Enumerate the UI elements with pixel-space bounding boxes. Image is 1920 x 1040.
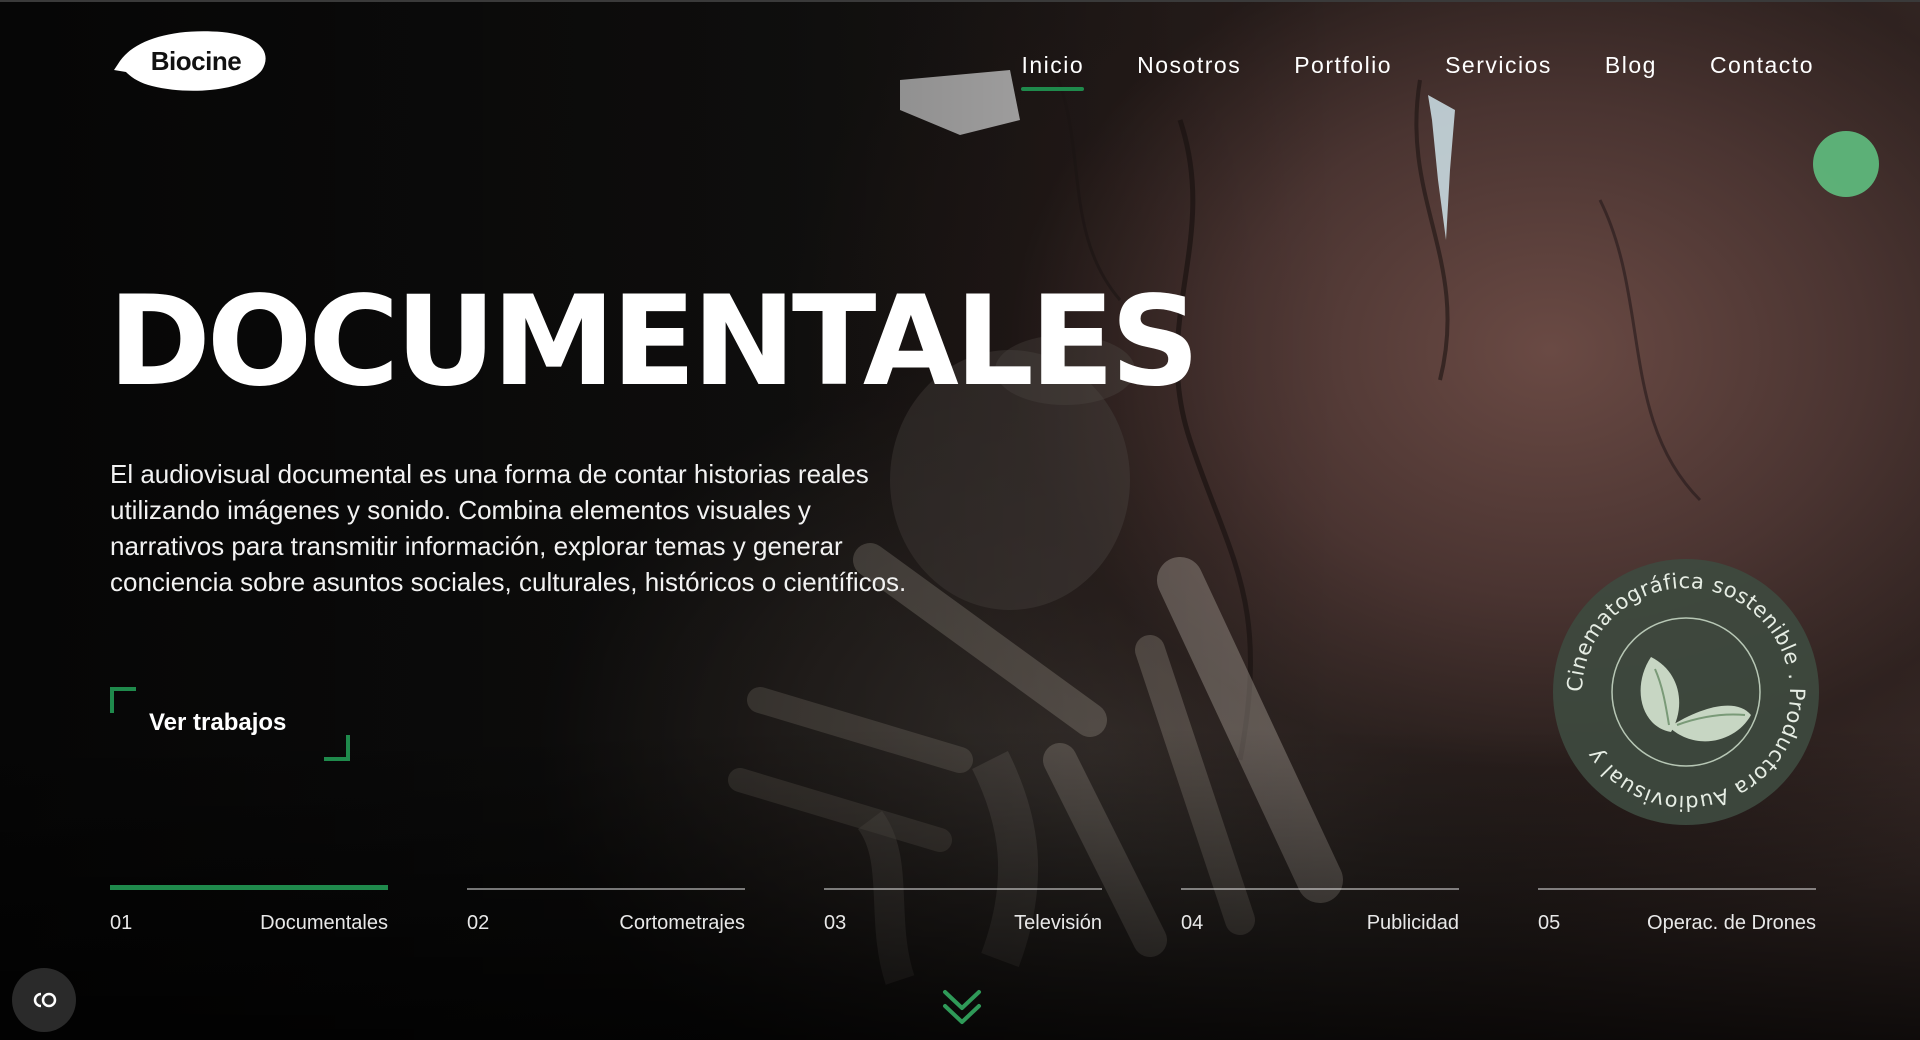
nav-item-servicios[interactable]: Servicios	[1445, 52, 1552, 91]
tab-number: 05	[1538, 912, 1561, 934]
nav-item-nosotros[interactable]: Nosotros	[1137, 52, 1241, 91]
tab-label: Operac. de Drones	[1647, 912, 1816, 934]
green-dot-button[interactable]	[1813, 131, 1879, 197]
nav-item-blog[interactable]: Blog	[1605, 52, 1657, 91]
brand-logo-text: Biocine	[150, 45, 242, 76]
tab-label: Televisión	[1014, 912, 1102, 934]
productora-badge: Cinematográfica sostenible . Productora …	[1551, 557, 1821, 827]
tab-television[interactable]: 03 Televisión	[824, 888, 1102, 935]
tab-cortometrajes[interactable]: 02 Cortometrajes	[467, 888, 745, 935]
nav-item-portfolio[interactable]: Portfolio	[1294, 52, 1392, 91]
tab-number: 01	[110, 912, 133, 934]
brand-logo[interactable]: Biocine	[112, 26, 272, 96]
tab-publicidad[interactable]: 04 Publicidad	[1181, 888, 1459, 935]
tab-operac-drones[interactable]: 05 Operac. de Drones	[1538, 888, 1816, 935]
tab-documentales[interactable]: 01 Documentales	[110, 885, 388, 935]
tab-progress-line	[824, 888, 1102, 890]
double-chevron-down-icon[interactable]	[941, 988, 983, 1028]
cta-label: Ver trabajos	[149, 709, 287, 736]
category-tabs: 01 Documentales 02 Cortometrajes 03 Tele…	[110, 885, 1816, 935]
tab-number: 03	[824, 912, 847, 934]
tab-label: Documentales	[260, 912, 388, 934]
tab-label: Cortometrajes	[619, 912, 745, 934]
tab-label: Publicidad	[1366, 912, 1459, 934]
tab-progress-line	[467, 888, 745, 890]
closed-captions-button[interactable]	[12, 968, 76, 1032]
ver-trabajos-button[interactable]: Ver trabajos	[110, 687, 350, 761]
hero-description: El audiovisual documental es una forma d…	[110, 459, 907, 597]
tab-progress-line	[1538, 888, 1816, 890]
tab-progress-line	[1181, 888, 1459, 890]
top-border	[0, 0, 1920, 2]
main-nav: Inicio Nosotros Portfolio Servicios Blog…	[968, 52, 1814, 91]
nav-item-inicio[interactable]: Inicio	[1021, 52, 1084, 91]
tab-progress-line	[110, 885, 388, 890]
tab-number: 04	[1181, 912, 1204, 934]
hero-title: DOCUMENTALES	[108, 270, 1200, 414]
bracket-corner-top-left	[110, 687, 136, 713]
circular-badge-icon: Cinematográfica sostenible . Productora …	[1553, 559, 1819, 825]
nav-item-contacto[interactable]: Contacto	[1710, 52, 1814, 91]
closed-captions-icon	[33, 992, 57, 1008]
tab-number: 02	[467, 912, 490, 934]
bracket-corner-bottom-right	[324, 735, 350, 761]
